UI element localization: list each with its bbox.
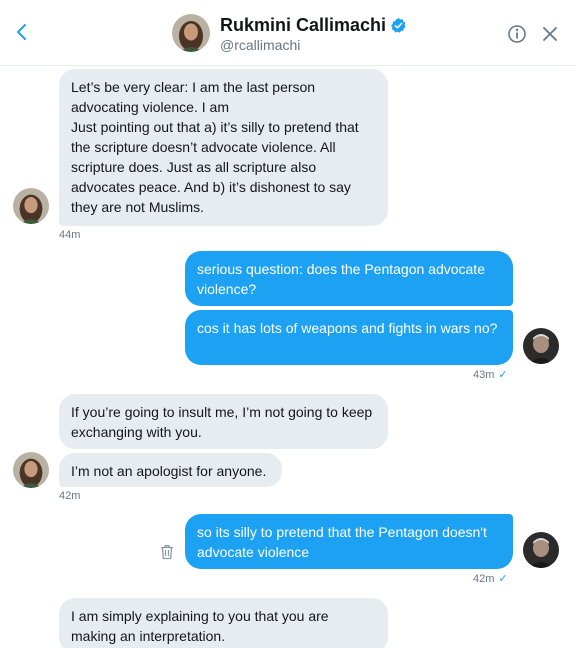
conversation-header: Rukmini Callimachi @rcallimachi	[0, 0, 575, 66]
delete-message-button[interactable]	[160, 544, 174, 560]
message-status: 43m ✓	[473, 368, 508, 382]
contact-name[interactable]: Rukmini Callimachi	[220, 15, 386, 36]
message-bubble-outgoing[interactable]: so its silly to pretend that the Pentago…	[185, 514, 513, 569]
check-icon: ✓	[498, 369, 508, 381]
message-timestamp: 42m	[473, 573, 495, 585]
message-bubble-incoming[interactable]: I am simply explaining to you that you a…	[59, 598, 388, 648]
message-bubble-outgoing[interactable]: cos it has lots of weapons and fights in…	[185, 310, 513, 365]
info-icon	[508, 25, 526, 43]
message-list[interactable]: Let’s be very clear: I am the last perso…	[0, 66, 575, 648]
sender-avatar[interactable]	[13, 188, 49, 224]
message-timestamp: 44m	[59, 229, 81, 241]
back-button[interactable]	[12, 20, 32, 44]
contact-avatar[interactable]	[172, 14, 210, 52]
close-icon	[543, 27, 557, 41]
verified-badge-icon	[391, 17, 406, 33]
close-button[interactable]	[540, 24, 560, 44]
check-icon: ✓	[498, 573, 508, 585]
sender-avatar[interactable]	[13, 452, 49, 488]
trash-icon	[161, 545, 173, 560]
message-status: 42m ✓	[473, 572, 508, 586]
message-bubble-incoming[interactable]: If you’re going to insult me, I’m not go…	[59, 394, 388, 449]
message-bubble-incoming[interactable]: I’m not an apologist for anyone.	[59, 453, 282, 487]
message-timestamp: 42m	[59, 490, 81, 502]
chevron-left-icon	[17, 24, 26, 40]
contact-name-row[interactable]: Rukmini Callimachi	[220, 14, 407, 36]
message-bubble-incoming[interactable]: Let’s be very clear: I am the last perso…	[59, 69, 388, 226]
message-bubble-outgoing[interactable]: serious question: does the Pentagon advo…	[185, 251, 513, 306]
message-timestamp: 43m	[473, 369, 495, 381]
info-button[interactable]	[507, 24, 527, 44]
my-avatar[interactable]	[523, 328, 559, 364]
my-avatar[interactable]	[523, 532, 559, 568]
contact-handle: @rcallimachi	[220, 37, 301, 53]
